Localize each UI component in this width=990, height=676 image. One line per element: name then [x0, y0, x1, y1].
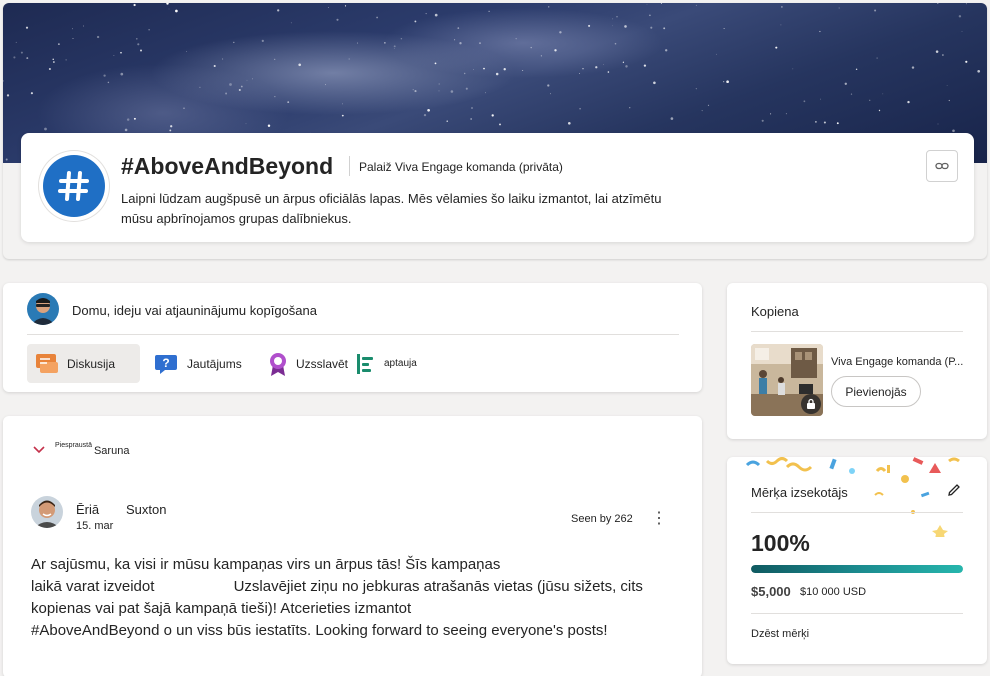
post-body-line: kopienas vai pat šajā kampaņā tieši)! At…	[31, 600, 412, 617]
lock-icon	[801, 394, 821, 414]
praise-icon	[270, 352, 286, 376]
delete-goal-button[interactable]: Dzēst mērķi	[751, 628, 809, 640]
post-type-praise[interactable]: Uzsslavēt	[268, 344, 348, 383]
question-icon: ?	[155, 354, 177, 374]
pinned-post: Piespraustā Saruna Ēriā Suxton 15. mar S…	[3, 416, 702, 676]
hashtag-icon	[58, 171, 89, 201]
seen-count[interactable]: Seen by 262	[571, 513, 633, 525]
author-avatar[interactable]	[31, 496, 63, 528]
divider	[751, 512, 963, 513]
post-type-label: Jautājums	[187, 356, 242, 371]
pinned-label: Saruna	[93, 445, 130, 457]
post-body-line: laikā varat izveidot Uzslavējiet ziņu no…	[31, 578, 643, 595]
post-body: Ar sajūsmu, ka visi ir mūsu kampaņas vir…	[31, 554, 671, 642]
community-name[interactable]: Viva Engage komanda (P...	[831, 356, 963, 368]
group-avatar	[39, 151, 109, 221]
poll-icon	[357, 353, 373, 374]
edit-goal-button[interactable]	[946, 482, 962, 498]
discussion-icon	[36, 353, 58, 373]
copy-link-button[interactable]	[926, 150, 958, 182]
divider	[27, 334, 679, 335]
title-divider	[349, 156, 350, 176]
goal-progress-bar	[751, 565, 963, 573]
composer-input[interactable]: Domu, ideju vai atjauninājumu kopīgošana	[72, 303, 317, 318]
pinned-toggle[interactable]: Piespraustā Saruna	[33, 440, 129, 457]
group-meta: Palaiž Viva Engage komanda (privāta)	[359, 160, 563, 174]
goal-target-amount: $10 000 USD	[800, 586, 867, 598]
joined-button[interactable]: Pievienojās	[831, 376, 921, 407]
post-body-line: #AboveAndBeyond o un viss būs iestatīts.…	[31, 622, 608, 639]
svg-text:?: ?	[162, 356, 169, 370]
goal-current-amount: $5,000	[751, 584, 791, 599]
post-composer: Domu, ideju vai atjauninājumu kopīgošana…	[3, 283, 702, 392]
avatar	[27, 293, 59, 325]
group-header: #AboveAndBeyond Palaiž Viva Engage koman…	[3, 3, 987, 259]
community-card: Kopiena Viva Engage komanda (P... Pievie…	[727, 283, 987, 439]
post-type-label: Diskusija	[67, 356, 116, 371]
link-icon	[935, 162, 949, 170]
goal-tracker-card: Mērķa izsekotājs 100% $5,000 $10 000 USD…	[727, 457, 987, 664]
group-description: Laipni lūdzam augšpusē un ārpus oficiālā…	[121, 191, 662, 226]
pencil-icon	[948, 484, 960, 496]
group-title: #AboveAndBeyond	[121, 153, 334, 179]
post-type-discussion[interactable]: Diskusija	[27, 344, 140, 383]
community-title: Kopiena	[751, 304, 799, 319]
post-date[interactable]: 15. mar	[76, 520, 113, 532]
goal-title: Mērķa izsekotājs	[751, 485, 848, 500]
post-type-question[interactable]: ? Jautājums	[155, 344, 242, 383]
more-options-button[interactable]: ⋮	[651, 508, 667, 528]
chevron-down-icon	[33, 446, 45, 454]
divider	[751, 331, 963, 332]
author-name[interactable]: Ēriā	[76, 502, 99, 517]
pinned-indicator: Piespraustā	[55, 442, 92, 449]
divider	[751, 613, 963, 614]
community-thumbnail[interactable]	[751, 344, 823, 416]
post-type-poll[interactable]: aptauja	[356, 344, 417, 383]
goal-progress-fill	[751, 565, 963, 573]
group-info-card: #AboveAndBeyond Palaiž Viva Engage koman…	[21, 133, 974, 242]
post-type-label: aptauja	[384, 358, 417, 369]
post-type-label: Uzsslavēt	[296, 356, 349, 371]
author-surname[interactable]: Suxton	[126, 502, 166, 517]
post-body-line: Ar sajūsmu, ka visi ir mūsu kampaņas vir…	[31, 556, 501, 573]
goal-percent: 100%	[751, 530, 810, 556]
